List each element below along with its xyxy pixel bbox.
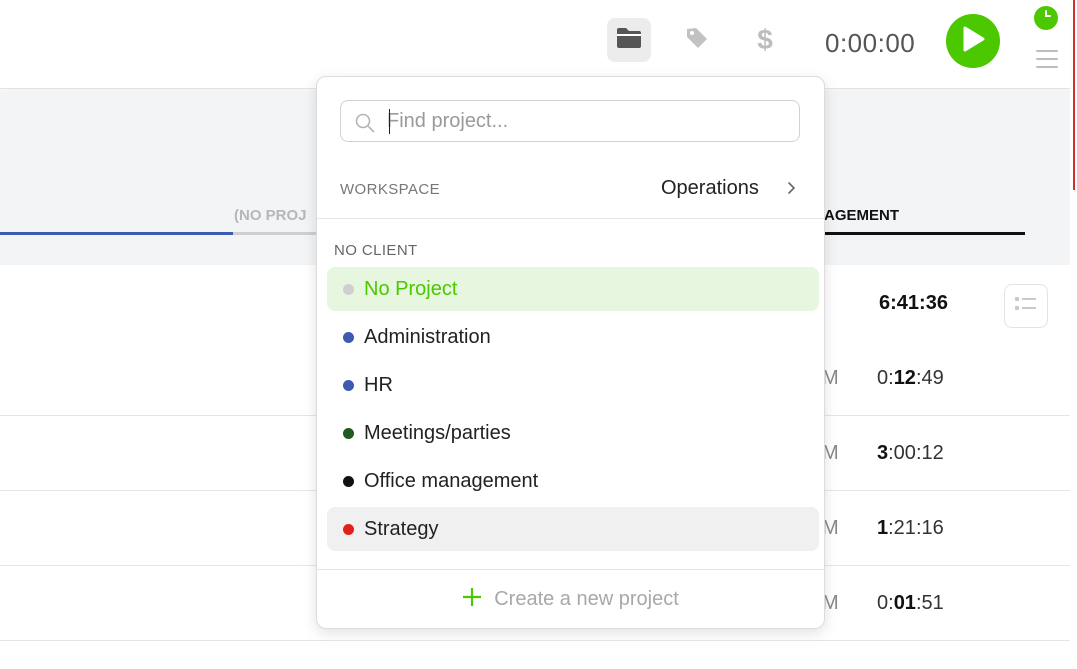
tab-management[interactable]: AGEMENT xyxy=(824,207,899,224)
total-duration: 6:41:36 xyxy=(879,292,948,314)
timer-mode-button[interactable] xyxy=(1034,6,1058,30)
billable-button[interactable]: $ xyxy=(743,18,787,62)
dollar-icon: $ xyxy=(757,24,773,55)
entry-duration[interactable]: 3:00:12 xyxy=(877,442,944,465)
project-button[interactable] xyxy=(607,18,651,62)
tag-button[interactable] xyxy=(675,18,719,62)
create-project-label: Create a new project xyxy=(494,587,679,610)
project-option[interactable]: Meetings/parties xyxy=(327,411,819,455)
tab-indicator xyxy=(0,232,233,235)
project-option-label: Office management xyxy=(364,469,539,492)
list-icon xyxy=(1015,296,1037,317)
create-project-button[interactable]: Create a new project xyxy=(317,570,824,628)
project-color-dot xyxy=(343,427,354,439)
project-color-dot xyxy=(343,331,354,343)
text-caret xyxy=(389,109,390,134)
tag-icon xyxy=(685,26,709,55)
client-group-label: NO CLIENT xyxy=(334,242,418,259)
project-option-label: Meetings/parties xyxy=(364,421,511,444)
project-option[interactable]: Office management xyxy=(327,459,819,503)
project-option-label: Administration xyxy=(364,325,491,348)
folder-icon xyxy=(616,27,642,54)
entry-duration[interactable]: 0:01:51 xyxy=(877,592,944,615)
tab-indicator xyxy=(233,232,318,235)
project-option[interactable]: HR xyxy=(327,363,819,407)
project-color-dot xyxy=(343,379,354,391)
project-color-dot xyxy=(343,475,354,487)
entry-duration[interactable]: 1:21:16 xyxy=(877,517,944,540)
chevron-right-icon[interactable] xyxy=(787,181,797,200)
play-icon xyxy=(961,26,985,57)
project-search-input[interactable] xyxy=(387,108,787,134)
clock-icon xyxy=(1039,9,1053,28)
entry-duration[interactable]: 0:12:49 xyxy=(877,367,944,390)
project-color-dot xyxy=(343,523,354,535)
project-option-label: No Project xyxy=(364,277,458,300)
project-option[interactable]: No Project xyxy=(327,267,819,311)
project-option[interactable]: Strategy xyxy=(327,507,819,551)
project-option[interactable]: Administration xyxy=(327,315,819,359)
menu-icon[interactable] xyxy=(1036,50,1058,68)
start-timer-button[interactable] xyxy=(946,14,1000,68)
divider xyxy=(317,218,824,219)
tab-no-project[interactable]: (NO PROJ xyxy=(234,207,307,224)
project-search[interactable] xyxy=(340,100,800,142)
project-color-dot xyxy=(343,283,354,295)
project-option-label: HR xyxy=(364,373,393,396)
plus-icon xyxy=(462,587,482,612)
bulk-edit-button[interactable] xyxy=(1004,284,1048,328)
scroll-indicator xyxy=(1073,0,1075,190)
workspace-label: WORKSPACE xyxy=(340,181,441,198)
project-option-label: Strategy xyxy=(364,517,439,540)
tab-indicator xyxy=(822,232,1025,235)
project-picker-dropdown: WORKSPACE Operations NO CLIENT No Projec… xyxy=(316,76,825,629)
timer-display: 0:00:00 xyxy=(825,28,916,58)
search-icon xyxy=(355,113,375,138)
workspace-selector[interactable]: Operations xyxy=(661,177,759,200)
